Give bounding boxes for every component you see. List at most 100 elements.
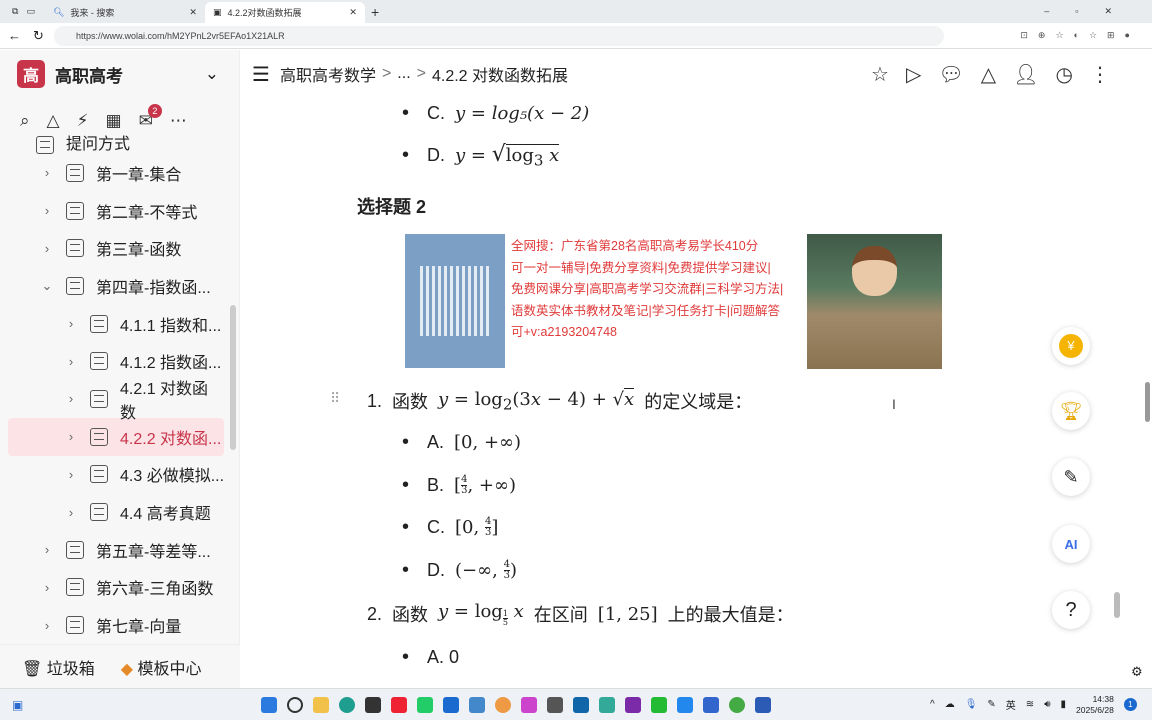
chevron-up-icon[interactable]: ^	[930, 699, 935, 710]
share-user-icon[interactable]: 👤︎	[1013, 62, 1038, 87]
edge-icon[interactable]	[339, 696, 355, 713]
more-icon[interactable]: ⋮	[1090, 62, 1110, 87]
pen-icon[interactable]: ✎	[987, 699, 995, 710]
close-icon[interactable]: ✕	[349, 7, 357, 18]
trash-button[interactable]: 🗑︎ 垃圾箱	[22, 655, 95, 679]
inbox-icon[interactable]: ✉ 2	[139, 104, 162, 131]
sidebar-item[interactable]: › 第二章-不等式	[8, 192, 224, 230]
search-icon[interactable]: ⌕	[20, 111, 30, 131]
option-d[interactable]: • D. (−∞, 4 3)	[402, 559, 517, 582]
new-tab-icon[interactable]: +	[371, 4, 379, 20]
sidebar-item[interactable]: 提问方式	[8, 134, 224, 154]
menu-icon[interactable]: ☰	[252, 62, 270, 87]
workspace-switcher[interactable]: 高 高职高考 ⌄	[0, 50, 239, 98]
wechat-icon[interactable]	[651, 696, 667, 713]
page-scrollbar[interactable]	[1145, 382, 1150, 422]
drag-handle-icon[interactable]: ⠿	[330, 390, 340, 407]
chevron-right-icon[interactable]: ›	[36, 203, 58, 218]
window-controls[interactable]: –▫✕	[1044, 6, 1138, 17]
sidebar-item[interactable]: › 4.2.2 对数函...	[8, 417, 224, 456]
start-icon[interactable]	[261, 696, 277, 713]
chevron-right-icon[interactable]: ›	[36, 542, 58, 557]
table-icon[interactable]: ▦	[106, 111, 122, 131]
sidebar-scrollbar[interactable]	[230, 305, 236, 450]
present-icon[interactable]: ▷	[906, 62, 921, 87]
sidebar-item[interactable]: › 第六章-三角函数	[8, 569, 224, 607]
app-icon[interactable]	[703, 696, 719, 713]
option-b[interactable]: • B.[4 3, +∞)	[402, 474, 516, 497]
option-a[interactable]: • A. [0, +∞)	[402, 431, 521, 454]
browser-toolbar-icons[interactable]: ⊡⊕☆◐☆⊞●	[1020, 30, 1140, 41]
app-icon[interactable]	[365, 696, 381, 713]
chrome-icon[interactable]	[495, 696, 511, 713]
sidebar-item[interactable]: › 第五章-等差等...	[8, 531, 224, 569]
ime-indicator[interactable]: 英	[1006, 697, 1016, 712]
breadcrumb-parent[interactable]: 高职高考数学	[280, 62, 376, 86]
chevron-right-icon[interactable]: ›	[60, 354, 82, 369]
coin-button[interactable]: ¥	[1052, 327, 1090, 365]
chevron-right-icon[interactable]: ›	[36, 580, 58, 595]
graph-icon[interactable]: △	[47, 111, 60, 131]
flash-icon[interactable]: ⚡︎	[77, 111, 89, 131]
cloud-icon[interactable]: ☁︎	[945, 699, 955, 710]
sidebar-item[interactable]: › 4.4 高考真题	[8, 493, 224, 531]
app-icon[interactable]	[469, 696, 485, 713]
refresh-icon[interactable]: ↻	[33, 28, 44, 44]
workspaces-icon[interactable]: ⧉	[12, 6, 18, 17]
help-button[interactable]: ?	[1052, 591, 1090, 629]
trophy-button[interactable]: 🏆︎	[1052, 392, 1090, 430]
star-icon[interactable]: ☆	[871, 62, 889, 87]
url-input[interactable]: https://www.wolai.com/hM2YPnL2vr5EFAo1X2…	[54, 25, 944, 46]
settings-icon[interactable]: ⚙︎	[1131, 664, 1143, 680]
sidebar-item[interactable]: › 4.1.1 指数和...	[8, 305, 224, 343]
app-icon[interactable]	[573, 696, 589, 713]
search-icon[interactable]	[287, 696, 303, 713]
ai-button[interactable]: AI	[1052, 525, 1090, 563]
history-icon[interactable]: ◷	[1056, 62, 1073, 87]
chevron-right-icon[interactable]: ›	[36, 165, 58, 180]
chevron-right-icon[interactable]: ›	[36, 241, 58, 256]
sidebar-item[interactable]: › 第一章-集合	[8, 154, 224, 192]
sidebar-item[interactable]: › 第三章-函数	[8, 229, 224, 267]
notification-badge[interactable]: 1	[1123, 698, 1137, 711]
chevron-right-icon[interactable]: ›	[36, 618, 58, 633]
chevron-right-icon[interactable]: ›	[60, 467, 82, 482]
edit-button[interactable]: ✎	[1052, 458, 1090, 496]
app-icon[interactable]	[521, 696, 537, 713]
more-icon[interactable]: ⋯	[170, 111, 187, 131]
chevron-right-icon[interactable]: ›	[60, 429, 82, 444]
desktop-icon[interactable]: ▣	[12, 698, 23, 712]
sidebar-item[interactable]: › 第七章-向量	[8, 606, 224, 644]
mic-icon[interactable]: 🎙︎	[965, 699, 978, 710]
sidebar-item[interactable]: › 4.2.1 对数函数	[8, 380, 224, 422]
tab-doc[interactable]: ▣ 4.2.2对数函数拓展 ✕	[204, 2, 365, 23]
breadcrumb-ellipsis[interactable]: ...	[397, 65, 410, 83]
app-icon[interactable]	[417, 696, 433, 713]
close-icon[interactable]: ✕	[189, 7, 197, 18]
app-icon[interactable]	[677, 696, 693, 713]
graph-icon[interactable]: △	[981, 62, 996, 87]
volume-icon[interactable]: 🔊︎	[1044, 699, 1050, 710]
app-icon[interactable]	[391, 696, 407, 713]
chevron-right-icon[interactable]: ›	[60, 391, 82, 406]
word-icon[interactable]	[755, 696, 771, 713]
chevron-down-icon[interactable]: ⌄	[36, 278, 58, 294]
app-icon[interactable]	[547, 696, 563, 713]
chrome-icon[interactable]	[729, 696, 745, 713]
comment-icon[interactable]: 💬︎	[938, 62, 963, 87]
tab-search[interactable]: 🔍︎ 我来 - 搜索 ✕	[45, 2, 205, 23]
clock[interactable]: 14:38 2025/6/28	[1076, 694, 1114, 716]
wifi-icon[interactable]: ≋	[1026, 699, 1034, 710]
tab-actions-icon[interactable]: ▭	[26, 6, 35, 17]
templates-button[interactable]: ◆ 模板中心	[121, 655, 202, 679]
files-icon[interactable]	[313, 696, 329, 713]
app-icon[interactable]	[599, 696, 615, 713]
onenote-icon[interactable]	[625, 696, 641, 713]
chevron-right-icon[interactable]: ›	[60, 505, 82, 520]
chevron-right-icon[interactable]: ›	[60, 316, 82, 331]
option-c[interactable]: • C. [0, 4 3]	[402, 516, 498, 539]
option-a[interactable]: • A. 0	[402, 646, 459, 669]
content-scrollbar[interactable]	[1114, 592, 1120, 618]
app-icon[interactable]	[443, 696, 459, 713]
sidebar-item[interactable]: ⌄ 第四章-指数函...	[8, 267, 224, 305]
